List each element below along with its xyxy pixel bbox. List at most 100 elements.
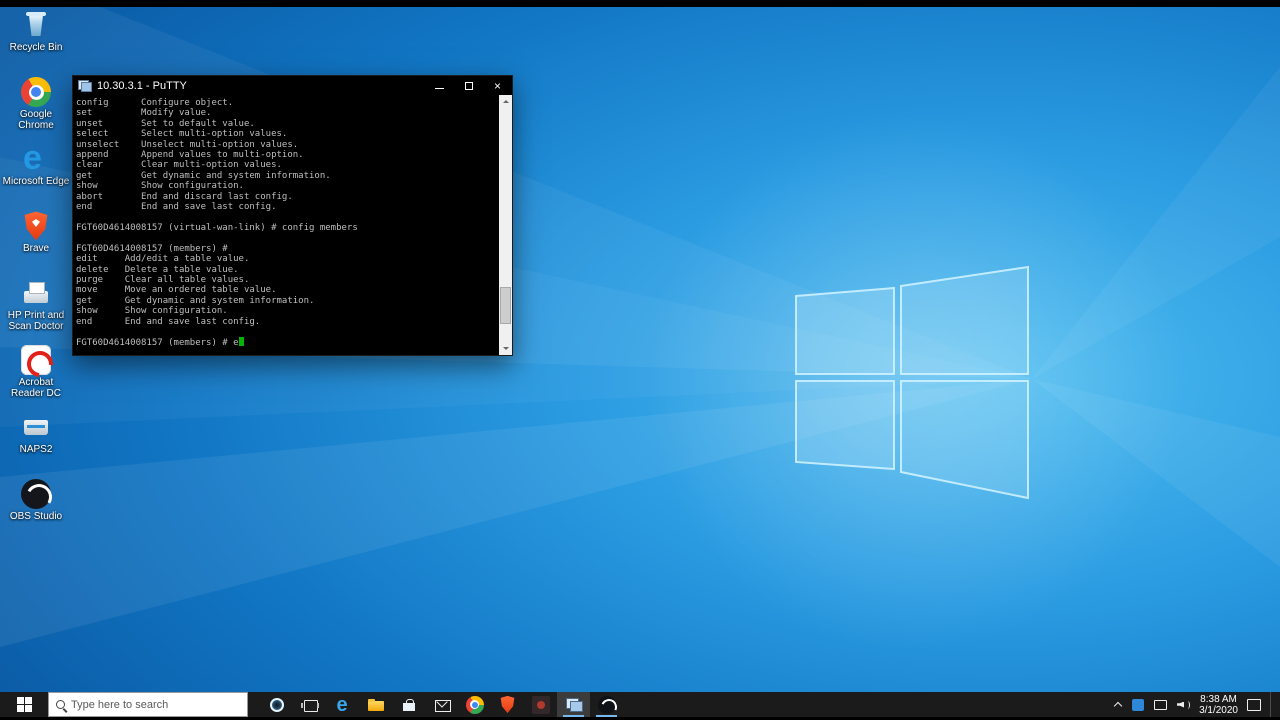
terminal-line: edit Add/edit a table value. [76, 254, 250, 265]
desktop-icon-recycle-bin[interactable]: Recycle Bin [0, 10, 72, 72]
taskbar-search[interactable] [48, 692, 248, 717]
task-view-icon [300, 696, 319, 714]
desktop-icons: Recycle Bin Google Chrome Microsoft Edge… [0, 10, 72, 546]
close-button[interactable]: × [483, 76, 512, 95]
taskbar: 8:38 AM 3/1/2020 [0, 692, 1280, 717]
terminal-line: FGT60D4614008157 (virtual-wan-link) # co… [76, 222, 358, 233]
scroll-up-arrow[interactable] [499, 95, 512, 108]
desktop-icon-brave[interactable]: Brave [0, 211, 72, 273]
terminal-line: FGT60D4614008157 (members) # [76, 243, 234, 254]
taskbar-button-obs[interactable] [590, 692, 623, 717]
terminal-line: end End and save last config. [76, 202, 277, 213]
windows-logo-icon [16, 697, 32, 712]
desktop-icon-google-chrome[interactable]: Google Chrome [0, 77, 72, 139]
desktop-icon-acrobat-reader-dc[interactable]: Acrobat Reader DC [0, 345, 72, 407]
desktop-icon-hp-print-scan-doctor[interactable]: HP Print and Scan Doctor [0, 278, 72, 340]
search-input[interactable] [71, 698, 240, 711]
naps2-icon [21, 412, 51, 442]
store-icon [400, 696, 418, 714]
microsoft-edge-icon [21, 141, 51, 175]
windows-logo [795, 265, 1029, 500]
search-icon [56, 700, 65, 709]
terminal-line: unset Set to default value. [76, 118, 255, 129]
letterbox-top [0, 0, 1280, 7]
google-chrome-icon [21, 77, 51, 107]
minimize-button[interactable] [425, 76, 454, 95]
taskbar-button-brave[interactable] [491, 692, 524, 717]
chrome-icon [465, 695, 484, 714]
terminal-cursor [238, 337, 244, 347]
hidden-icons-chevron-icon[interactable] [1114, 700, 1123, 709]
edge-icon [334, 695, 352, 715]
system-tray: 8:38 AM 3/1/2020 [1114, 692, 1280, 717]
terminal-line: get Get dynamic and system information. [76, 170, 331, 181]
taskbar-button-edge[interactable] [326, 692, 359, 717]
obs-studio-icon [21, 479, 51, 509]
scrollbar-thumb[interactable] [500, 287, 511, 324]
terminal-line: get Get dynamic and system information. [76, 295, 315, 306]
terminal-line: move Move an ordered table value. [76, 285, 277, 296]
taskbar-button-putty[interactable] [557, 692, 590, 717]
taskbar-clock[interactable]: 8:38 AM 3/1/2020 [1199, 694, 1238, 716]
mail-icon [433, 696, 451, 714]
desktop-icon-label: Google Chrome [18, 109, 54, 131]
putty-titlebar[interactable]: 10.30.3.1 - PuTTY × [73, 76, 512, 95]
taskbar-button-file-explorer[interactable] [359, 692, 392, 717]
terminal-line: delete Delete a table value. [76, 264, 239, 275]
terminal-prompt-text: FGT60D4614008157 (members) # e [76, 338, 239, 349]
taskbar-button-chrome[interactable] [458, 692, 491, 717]
terminal-prompt-line: FGT60D4614008157 (members) # e [76, 337, 496, 348]
desktop-icon-label: HP Print and Scan Doctor [7, 310, 65, 332]
acrobat-reader-dc-icon [21, 345, 51, 375]
terminal-line: abort End and discard last config. [76, 191, 293, 202]
desktop-icon-obs-studio[interactable]: OBS Studio [0, 479, 72, 541]
file-explorer-icon [367, 696, 385, 714]
start-button[interactable] [0, 692, 48, 717]
taskbar-button-task-view[interactable] [293, 692, 326, 717]
desktop[interactable]: Recycle Bin Google Chrome Microsoft Edge… [0, 7, 1280, 692]
desktop-icon-label: Recycle Bin [9, 42, 63, 53]
tray-app-icon[interactable] [1132, 698, 1145, 711]
terminal-line: clear Clear multi-option values. [76, 160, 282, 171]
volume-icon[interactable] [1176, 698, 1191, 712]
maximize-button[interactable] [454, 76, 483, 95]
putty-app-icon [78, 79, 92, 92]
putty-window: 10.30.3.1 - PuTTY × config Configure obj… [72, 75, 513, 356]
desktop-icon-naps2[interactable]: NAPS2 [0, 412, 72, 474]
terminal-line: select Select multi-option values. [76, 129, 288, 140]
action-center-icon[interactable] [1247, 698, 1261, 711]
minimize-icon [435, 88, 444, 89]
clock-date: 3/1/2020 [1199, 704, 1238, 716]
scroll-down-arrow[interactable] [499, 342, 512, 355]
taskbar-button-store[interactable] [392, 692, 425, 717]
desktop-icon-label: Brave [22, 243, 50, 254]
terminal-line: append Append values to multi-option. [76, 150, 304, 161]
brave-icon [24, 211, 48, 241]
terminal-scrollbar[interactable] [499, 95, 512, 355]
desktop-icon-label: OBS Studio [9, 511, 63, 522]
terminal-line: set Modify value. [76, 108, 212, 119]
terminal-line: show Show configuration. [76, 181, 244, 192]
hp-print-scan-doctor-icon [21, 278, 51, 308]
taskbar-button-mail[interactable] [425, 692, 458, 717]
cortana-icon [268, 696, 286, 714]
obs-icon [597, 695, 616, 714]
terminal-line: purge Clear all table values. [76, 274, 250, 285]
terminal[interactable]: config Configure object. set Modify value… [73, 95, 512, 355]
putty-window-title: 10.30.3.1 - PuTTY [97, 79, 187, 92]
desktop-icon-microsoft-edge[interactable]: Microsoft Edge [0, 141, 72, 206]
taskbar-button-dark-app[interactable] [524, 692, 557, 717]
taskbar-button-cortana[interactable] [260, 692, 293, 717]
terminal-output: config Configure object. set Modify value… [76, 98, 496, 349]
show-desktop-button[interactable] [1270, 692, 1274, 717]
network-icon[interactable] [1153, 698, 1168, 712]
clock-time: 8:38 AM [1200, 693, 1237, 705]
desktop-icon-label: NAPS2 [19, 444, 53, 455]
recycle-bin-icon [21, 10, 51, 40]
maximize-icon [464, 81, 473, 90]
putty-icon [565, 696, 583, 714]
taskbar-apps [260, 692, 623, 717]
screen: Recycle Bin Google Chrome Microsoft Edge… [0, 0, 1280, 720]
